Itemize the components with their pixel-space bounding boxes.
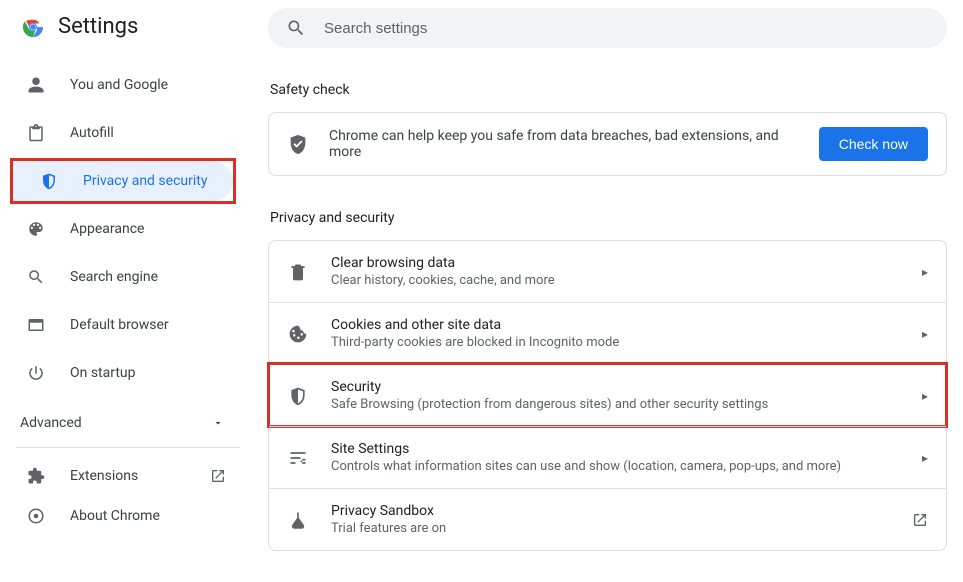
- sidebar-item-appearance[interactable]: Appearance: [0, 209, 236, 249]
- sidebar-item-label: Search engine: [70, 269, 158, 285]
- safety-check-card: Chrome can help keep you safe from data …: [268, 112, 947, 176]
- sidebar-item-label: About Chrome: [70, 508, 160, 524]
- palette-icon: [26, 220, 46, 238]
- chrome-logo-icon: [22, 16, 44, 38]
- open-external-icon: [210, 468, 226, 484]
- power-icon: [26, 364, 46, 382]
- row-title: Clear browsing data: [331, 255, 900, 271]
- person-icon: [26, 76, 46, 94]
- row-cookies[interactable]: Cookies and other site data Third-party …: [269, 302, 946, 364]
- chevron-right-icon: ▸: [922, 389, 928, 403]
- search-input[interactable]: [324, 20, 929, 37]
- row-title: Security: [331, 379, 900, 395]
- row-site-settings[interactable]: Site Settings Controls what information …: [269, 426, 946, 488]
- check-now-button[interactable]: Check now: [819, 127, 928, 161]
- row-sub: Clear history, cookies, cache, and more: [331, 273, 900, 288]
- clipboard-icon: [26, 124, 46, 142]
- browser-icon: [26, 316, 46, 334]
- open-external-icon: [912, 512, 928, 528]
- search-icon: [286, 18, 306, 38]
- shield-icon: [287, 386, 309, 406]
- page-title: Settings: [58, 14, 138, 39]
- chevron-right-icon: ▸: [922, 265, 928, 279]
- row-security[interactable]: Security Safe Browsing (protection from …: [269, 364, 946, 426]
- advanced-label: Advanced: [20, 415, 82, 431]
- shield-check-icon: [287, 133, 309, 155]
- sidebar-item-label: Extensions: [70, 468, 138, 484]
- row-title: Site Settings: [331, 441, 900, 457]
- sidebar-item-label: Privacy and security: [83, 173, 207, 189]
- row-sub: Safe Browsing (protection from dangerous…: [331, 397, 900, 412]
- sidebar-item-autofill[interactable]: Autofill: [0, 113, 236, 153]
- search-icon: [26, 268, 46, 286]
- trash-icon: [287, 262, 309, 282]
- search-bar[interactable]: [268, 8, 947, 48]
- safety-message: Chrome can help keep you safe from data …: [329, 128, 799, 160]
- sidebar-item-on-startup[interactable]: On startup: [0, 353, 236, 393]
- sidebar-item-label: Autofill: [70, 125, 114, 141]
- row-title: Cookies and other site data: [331, 317, 900, 333]
- extension-icon: [26, 467, 46, 485]
- settings-header: Settings: [0, 14, 256, 57]
- privacy-card: Clear browsing data Clear history, cooki…: [268, 240, 947, 551]
- sidebar-item-default-browser[interactable]: Default browser: [0, 305, 236, 345]
- chevron-down-icon: [212, 417, 224, 429]
- section-title-safety: Safety check: [270, 82, 947, 98]
- sidebar-item-label: You and Google: [70, 77, 168, 93]
- sidebar-item-you-and-google[interactable]: You and Google: [0, 65, 236, 105]
- sliders-icon: [287, 448, 309, 468]
- sidebar-item-extensions[interactable]: Extensions: [0, 456, 256, 496]
- chrome-outline-icon: [26, 507, 46, 525]
- sidebar-item-label: On startup: [70, 365, 136, 381]
- sidebar-item-about-chrome[interactable]: About Chrome: [0, 496, 256, 536]
- sidebar-item-search-engine[interactable]: Search engine: [0, 257, 236, 297]
- chevron-right-icon: ▸: [922, 451, 928, 465]
- shield-icon: [39, 172, 59, 190]
- divider: [16, 447, 240, 448]
- chevron-right-icon: ▸: [922, 327, 928, 341]
- row-sub: Trial features are on: [331, 521, 890, 536]
- section-title-privacy: Privacy and security: [270, 210, 947, 226]
- cookie-icon: [287, 324, 309, 344]
- row-sub: Third-party cookies are blocked in Incog…: [331, 335, 900, 350]
- sidebar-item-label: Appearance: [70, 221, 144, 237]
- flask-icon: [287, 510, 309, 530]
- row-clear-browsing-data[interactable]: Clear browsing data Clear history, cooki…: [269, 241, 946, 302]
- advanced-toggle[interactable]: Advanced: [0, 401, 256, 445]
- row-privacy-sandbox[interactable]: Privacy Sandbox Trial features are on: [269, 488, 946, 550]
- sidebar-item-label: Default browser: [70, 317, 169, 333]
- row-title: Privacy Sandbox: [331, 503, 890, 519]
- row-sub: Controls what information sites can use …: [331, 459, 900, 474]
- sidebar-item-privacy-security[interactable]: Privacy and security: [13, 161, 233, 201]
